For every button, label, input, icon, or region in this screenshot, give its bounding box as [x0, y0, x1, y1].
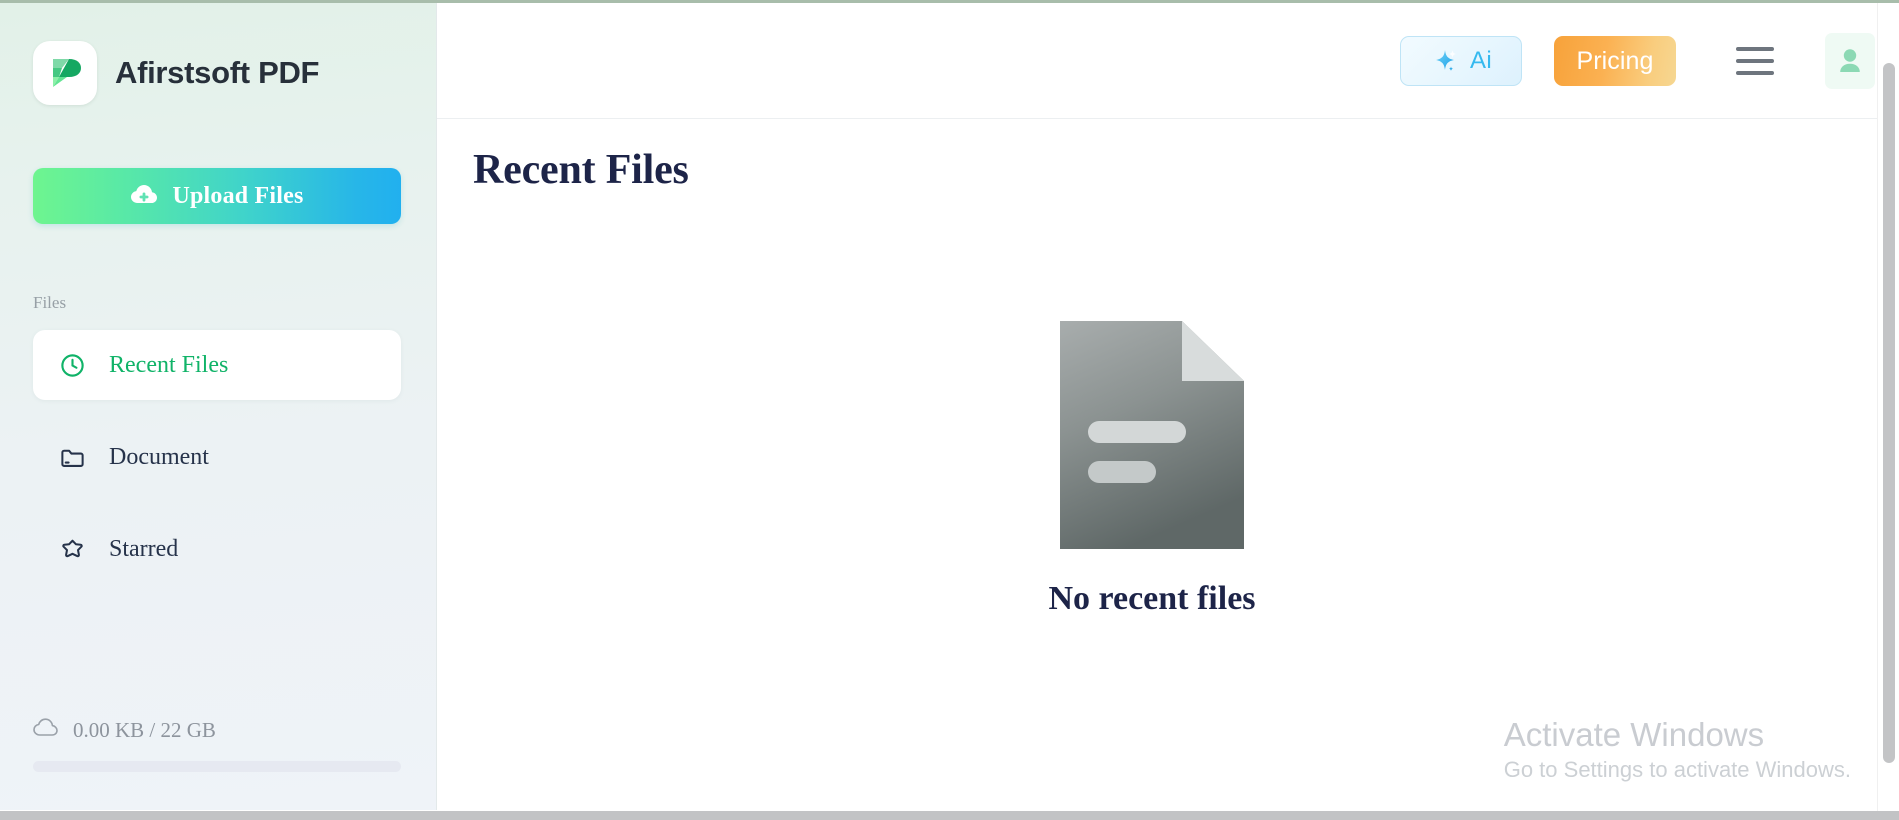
ai-button[interactable]: Ai: [1400, 36, 1522, 86]
watermark-subtitle: Go to Settings to activate Windows.: [1503, 757, 1851, 783]
scrollbar-thumb[interactable]: [1883, 63, 1895, 763]
sidebar: Afirstsoft PDF Upload Files Files Recent…: [0, 3, 437, 810]
empty-state: No recent files: [437, 321, 1867, 618]
vertical-scrollbar[interactable]: [1877, 3, 1899, 820]
star-icon: [57, 534, 87, 564]
sparkle-ai-icon: [1430, 43, 1464, 80]
sidebar-item-label: Recent Files: [109, 351, 229, 378]
sidebar-item-label: Starred: [109, 535, 179, 562]
sidebar-item-document[interactable]: Document: [33, 422, 401, 492]
sidebar-item-starred[interactable]: Starred: [33, 514, 401, 584]
window-bottom-edge: [0, 811, 1899, 820]
cloud-icon: [33, 718, 59, 743]
window-top-border: [0, 0, 1899, 3]
user-avatar-icon[interactable]: [1825, 33, 1875, 89]
sidebar-item-label: Document: [109, 443, 209, 470]
afirstsoft-p-logo-icon: [33, 41, 97, 105]
cloud-upload-icon: [130, 183, 158, 210]
windows-activation-watermark: Activate Windows Go to Settings to activ…: [1504, 716, 1851, 786]
app-window: Afirstsoft PDF Upload Files Files Recent…: [0, 0, 1899, 820]
storage-text: 0.00 KB / 22 GB: [73, 718, 216, 742]
main-content: Recent Files No recent files Activate Wi…: [437, 119, 1899, 820]
storage-indicator: 0.00 KB / 22 GB: [33, 718, 401, 772]
sidebar-item-recent-files[interactable]: Recent Files: [33, 330, 401, 400]
folder-icon: [57, 442, 87, 472]
hamburger-menu-icon[interactable]: [1736, 41, 1780, 81]
brand: Afirstsoft PDF: [33, 41, 319, 105]
sidebar-nav: Recent Files Document Starred: [33, 330, 401, 606]
ai-button-label: Ai: [1470, 47, 1492, 74]
files-section-label: Files: [33, 293, 67, 312]
empty-state-message: No recent files: [1048, 580, 1256, 617]
watermark-title: Activate Windows: [1503, 716, 1765, 754]
document-placeholder-icon: [1060, 321, 1244, 554]
clock-icon: [57, 350, 87, 380]
header-actions: Ai Pricing: [1400, 3, 1875, 119]
brand-title: Afirstsoft PDF: [115, 55, 320, 90]
upload-files-button[interactable]: Upload Files: [33, 168, 401, 224]
page-title: Recent Files: [473, 147, 689, 193]
pricing-button[interactable]: Pricing: [1554, 36, 1676, 86]
top-header: Ai Pricing: [437, 3, 1899, 119]
upload-files-label: Upload Files: [172, 182, 304, 209]
storage-progress-bar: [33, 761, 401, 772]
